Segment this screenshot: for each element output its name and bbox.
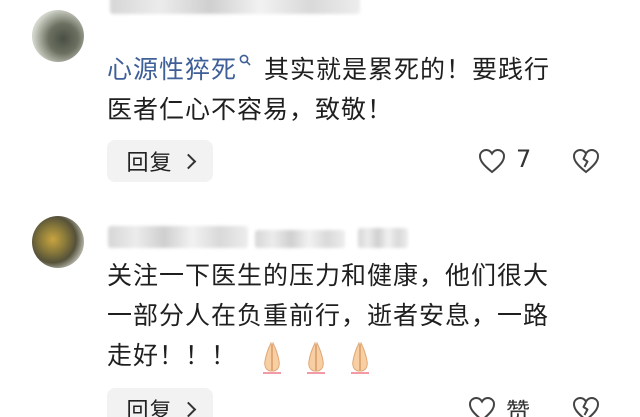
search-icon	[239, 54, 251, 66]
broken-heart-icon[interactable]	[572, 148, 600, 174]
chevron-right-icon	[180, 153, 196, 169]
username-blurred	[110, 0, 360, 14]
like-label: 赞	[506, 398, 530, 417]
reply-label: 回复	[126, 399, 173, 417]
heart-icon[interactable]	[478, 148, 506, 174]
pray-hands-icon	[306, 341, 325, 374]
topic-link[interactable]: 心源性猝死	[107, 54, 255, 84]
reply-button[interactable]: 回复	[107, 388, 213, 417]
username-blurred	[108, 226, 248, 248]
broken-heart-icon[interactable]	[572, 396, 600, 417]
username-blurred	[358, 228, 408, 248]
comment-text: 关注一下医生的压力和健康，他们很大 一部分人在负重前行，逝者安息，一路 走好！！…	[107, 256, 607, 376]
avatar[interactable]	[32, 216, 84, 268]
topic-label[interactable]: 心源性猝死	[107, 55, 237, 84]
comment-text-line: 关注一下医生的压力和健康，他们很大	[107, 261, 550, 290]
comment-text-line: 走好！！！	[107, 341, 238, 370]
like-count: 7	[516, 145, 532, 173]
comment-text-line: 医者仁心不容易，致敬！	[107, 95, 394, 124]
comments-page: 心源性猝死 其实就是累死的！要践行 医者仁心不容易，致敬！ 回复 7 关注一下医…	[0, 0, 640, 417]
reply-button[interactable]: 回复	[107, 140, 213, 182]
comment-text-line: 其实就是累死的！要践行	[255, 55, 550, 84]
avatar[interactable]	[32, 10, 84, 62]
pray-hands-icon	[350, 341, 369, 374]
chevron-right-icon	[180, 401, 196, 417]
pray-hands-icon	[262, 341, 281, 374]
comment-text: 心源性猝死 其实就是累死的！要践行 医者仁心不容易，致敬！	[107, 50, 607, 130]
comment-text-line: 一部分人在负重前行，逝者安息，一路	[107, 301, 550, 330]
heart-icon[interactable]	[468, 396, 496, 417]
reply-label: 回复	[126, 151, 173, 176]
username-blurred	[255, 230, 345, 248]
